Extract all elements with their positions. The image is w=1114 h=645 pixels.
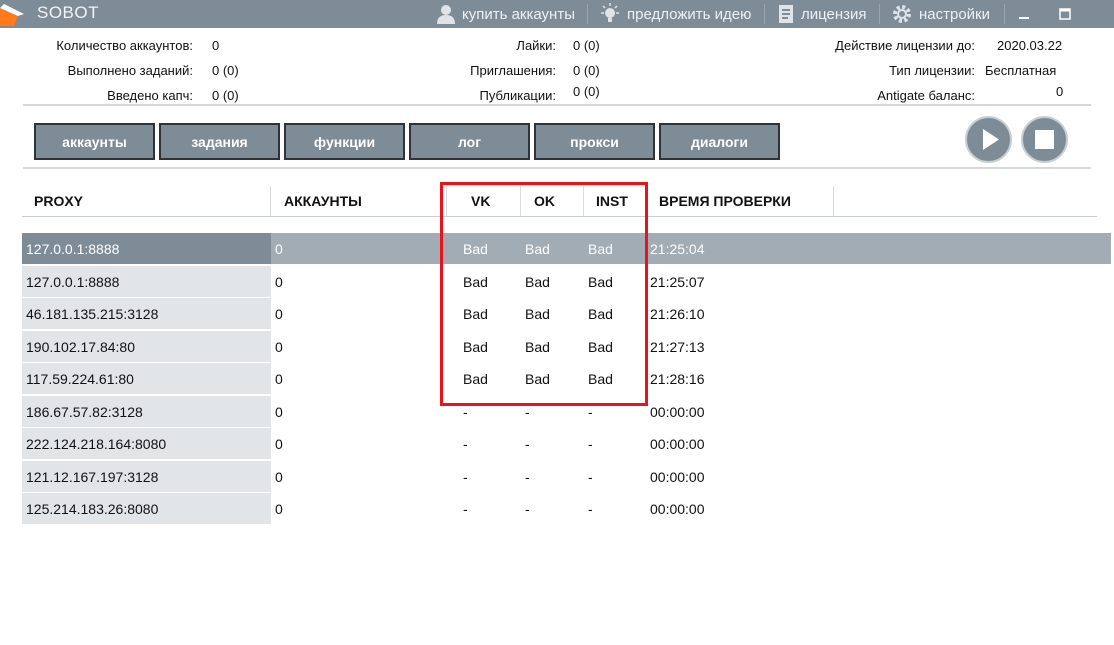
divider [23, 167, 1091, 169]
cell-check-time: 00:00:00 [650, 469, 705, 485]
cell-proxy: 127.0.0.1:8888 [22, 233, 271, 264]
cell-vk: - [463, 469, 468, 485]
cell-accounts: 0 [275, 371, 283, 387]
cell-accounts: 0 [275, 306, 283, 322]
cell-vk: - [463, 436, 468, 452]
license-button[interactable]: лицензия [777, 0, 867, 28]
cell-proxy: 125.214.183.26:8080 [22, 493, 271, 524]
suggest-idea-label: предложить идею [627, 5, 752, 23]
antigate-balance-label: Antigate баланс: [877, 88, 975, 103]
cell-check-time: 21:25:07 [650, 274, 705, 290]
invites-value: 0 (0) [573, 63, 600, 78]
invites-label: Приглашения: [470, 63, 556, 78]
stop-button[interactable] [1021, 116, 1068, 163]
cell-proxy: 186.67.57.82:3128 [22, 396, 271, 427]
titlebar-divider [879, 4, 880, 24]
cell-proxy: 127.0.0.1:8888 [22, 266, 271, 297]
license-label: лицензия [801, 5, 867, 23]
buy-accounts-button[interactable]: купить аккаунты [436, 0, 575, 28]
tasks-done-value: 0 (0) [212, 63, 239, 78]
cell-inst: - [588, 469, 593, 485]
user-icon [436, 4, 456, 24]
cell-ok: - [525, 469, 530, 485]
tab-accounts[interactable]: аккаунты [34, 123, 155, 160]
likes-value: 0 (0) [573, 38, 600, 53]
cell-ok: - [525, 436, 530, 452]
app-window: SOBOT купить аккаунты предложить идею ли… [0, 0, 1114, 645]
license-valid-value: 2020.03.22 [997, 38, 1063, 53]
cell-check-time: 21:26:10 [650, 306, 705, 322]
cell-proxy: 46.181.135.215:3128 [22, 298, 271, 329]
accounts-count-value: 0 [212, 38, 220, 53]
cell-check-time: 00:00:00 [650, 404, 705, 420]
maximize-icon [1059, 8, 1071, 20]
cell-check-time: 21:27:13 [650, 339, 705, 355]
cell-check-time: 00:00:00 [650, 436, 705, 452]
column-header-accounts[interactable]: АККАУНТЫ [284, 186, 362, 216]
title-bar: SOBOT купить аккаунты предложить идею ли… [0, 0, 1114, 28]
cell-check-time: 21:25:04 [650, 241, 705, 257]
highlight-box [440, 182, 648, 406]
settings-button[interactable]: настройки [891, 0, 990, 28]
play-button[interactable] [965, 116, 1012, 163]
cell-check-time: 21:28:16 [650, 371, 705, 387]
column-header-check-time[interactable]: ВРЕМЯ ПРОВЕРКИ [659, 186, 791, 216]
cell-proxy: 190.102.17.84:80 [22, 331, 271, 362]
likes-label: Лайки: [516, 38, 556, 53]
tasks-done-label: Выполнено заданий: [67, 63, 193, 78]
app-title: SOBOT [37, 3, 100, 22]
column-divider [833, 186, 834, 216]
tab-tasks[interactable]: задания [159, 123, 280, 160]
settings-label: настройки [919, 5, 991, 23]
play-icon [983, 129, 999, 150]
minimize-icon [1019, 17, 1029, 19]
cell-accounts: 0 [275, 469, 283, 485]
cell-accounts: 0 [275, 436, 283, 452]
cell-proxy: 117.59.224.61:80 [22, 363, 271, 394]
license-type-label: Тип лицензии: [889, 63, 975, 78]
maximize-button[interactable] [1054, 0, 1076, 28]
cell-vk: - [463, 501, 468, 517]
cell-proxy: 222.124.218.164:8080 [22, 428, 271, 459]
posts-label: Публикации: [479, 88, 556, 103]
stop-icon [1035, 130, 1054, 149]
license-document-icon [777, 4, 795, 24]
buy-accounts-label: купить аккаунты [462, 5, 575, 23]
license-type-value: Бесплатная [985, 63, 1057, 78]
license-valid-label: Действие лицензии до: [835, 38, 975, 53]
suggest-idea-button[interactable]: предложить идею [599, 0, 751, 28]
cell-check-time: 00:00:00 [650, 501, 705, 517]
antigate-balance-value: 0 [1056, 84, 1064, 99]
cell-inst: - [588, 501, 593, 517]
titlebar-divider [587, 4, 588, 24]
cell-accounts: 0 [275, 339, 283, 355]
accounts-count-label: Количество аккаунтов: [56, 38, 193, 53]
tab-log[interactable]: лог [409, 123, 530, 160]
column-header-proxy[interactable]: PROXY [34, 186, 83, 216]
tab-proxy[interactable]: прокси [534, 123, 655, 160]
tab-dialogs[interactable]: диалоги [659, 123, 780, 160]
cell-accounts: 0 [275, 501, 283, 517]
column-divider [270, 186, 271, 216]
minimize-button[interactable] [1013, 0, 1035, 28]
divider [23, 104, 1091, 106]
captchas-value: 0 (0) [212, 88, 239, 103]
sobot-logo-icon [0, 4, 24, 26]
cell-proxy: 121.12.167.197:3128 [22, 461, 271, 492]
gear-icon [891, 3, 913, 25]
titlebar-divider [1004, 4, 1005, 24]
cell-accounts: 0 [275, 274, 283, 290]
cell-accounts: 0 [275, 241, 283, 257]
posts-value: 0 (0) [573, 84, 600, 99]
cell-inst: - [588, 436, 593, 452]
captchas-label: Введено капч: [107, 88, 193, 103]
cell-accounts: 0 [275, 404, 283, 420]
cell-ok: - [525, 501, 530, 517]
lightbulb-icon [599, 3, 621, 25]
tab-functions[interactable]: функции [284, 123, 405, 160]
titlebar-divider [764, 4, 765, 24]
